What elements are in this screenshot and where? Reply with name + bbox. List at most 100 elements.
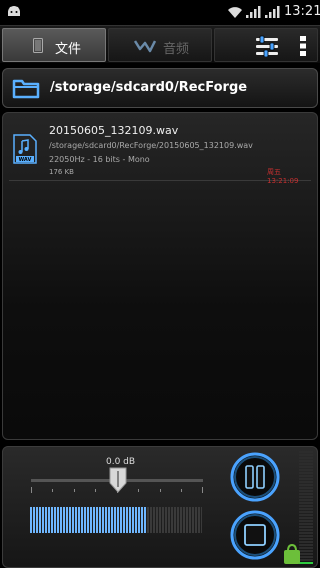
meter-segment bbox=[183, 507, 185, 533]
file-name: 20150605_132109.wav bbox=[49, 124, 179, 137]
vu-segment bbox=[299, 451, 313, 453]
vu-segment bbox=[299, 520, 313, 522]
meter-segment bbox=[36, 507, 38, 533]
vu-segment bbox=[299, 535, 313, 537]
vu-segment bbox=[299, 499, 313, 501]
meter-segment bbox=[48, 507, 50, 533]
android-icon bbox=[8, 6, 20, 16]
meter-segment bbox=[87, 507, 89, 533]
vu-segment bbox=[299, 469, 313, 471]
meter-segment bbox=[96, 507, 98, 533]
meter-segment bbox=[78, 507, 80, 533]
meter-segment bbox=[132, 507, 134, 533]
vu-segment bbox=[299, 538, 313, 540]
tab-audio-label: 音频 bbox=[163, 42, 190, 57]
list-item[interactable]: WAV 20150605_132109.wav /storage/sdcard0… bbox=[9, 119, 311, 185]
meter-segment bbox=[93, 507, 95, 533]
gain-db-label: 0.0 dB bbox=[106, 457, 136, 467]
top-tab-bar: 文件 音频 bbox=[0, 25, 320, 63]
vu-segment bbox=[299, 454, 313, 456]
meter-segment bbox=[54, 507, 56, 533]
current-path: /storage/sdcard0/RecForge bbox=[50, 80, 248, 95]
meter-segment bbox=[39, 507, 41, 533]
folder-icon bbox=[12, 79, 40, 99]
meter-segment bbox=[30, 507, 32, 533]
vu-segment bbox=[299, 526, 313, 528]
path-bar[interactable]: /storage/sdcard0/RecForge bbox=[2, 68, 318, 108]
meter-segment bbox=[126, 507, 128, 533]
vu-segment bbox=[299, 487, 313, 489]
meter-segment bbox=[63, 507, 65, 533]
file-format-info: 22050Hz - 16 bits - Mono bbox=[49, 155, 150, 164]
meter-segment bbox=[180, 507, 182, 533]
meter-segment bbox=[192, 507, 194, 533]
meter-segment bbox=[123, 507, 125, 533]
meter-segment bbox=[195, 507, 197, 533]
meter-segment bbox=[177, 507, 179, 533]
vu-segment bbox=[299, 490, 313, 492]
equalizer-icon[interactable] bbox=[255, 35, 279, 57]
waveform-icon bbox=[134, 40, 156, 53]
tab-audio[interactable]: 音频 bbox=[108, 28, 212, 62]
meter-segment bbox=[51, 507, 53, 533]
file-date: 周五 13:21:09 bbox=[267, 168, 299, 185]
vu-segment bbox=[299, 475, 313, 477]
file-path: /storage/sdcard0/RecForge/20150605_13210… bbox=[49, 141, 253, 150]
meter-segment bbox=[168, 507, 170, 533]
meter-segment bbox=[108, 507, 110, 533]
meter-segment bbox=[201, 507, 202, 533]
status-time: 13:21 bbox=[284, 4, 320, 19]
meter-segment bbox=[45, 507, 47, 533]
meter-segment bbox=[186, 507, 188, 533]
meter-segment bbox=[117, 507, 119, 533]
wav-file-icon: WAV bbox=[13, 134, 37, 164]
meter-segment bbox=[138, 507, 140, 533]
meter-segment bbox=[162, 507, 164, 533]
file-icon bbox=[33, 38, 43, 53]
signal-icon bbox=[246, 6, 261, 18]
meter-segment bbox=[102, 507, 104, 533]
vu-segment bbox=[299, 460, 313, 462]
meter-segment bbox=[129, 507, 131, 533]
pause-button[interactable] bbox=[229, 451, 281, 503]
vu-segment bbox=[299, 466, 313, 468]
meter-segment bbox=[105, 507, 107, 533]
meter-segment bbox=[75, 507, 77, 533]
meter-segment bbox=[57, 507, 59, 533]
meter-segment bbox=[72, 507, 74, 533]
watermark-logo bbox=[281, 543, 320, 567]
input-level-meter bbox=[30, 507, 202, 533]
vu-segment bbox=[299, 478, 313, 480]
vu-segment bbox=[299, 493, 313, 495]
overflow-menu-icon[interactable] bbox=[299, 35, 307, 57]
meter-segment bbox=[111, 507, 113, 533]
meter-segment bbox=[198, 507, 200, 533]
meter-segment bbox=[156, 507, 158, 533]
meter-segment bbox=[150, 507, 152, 533]
vu-segment bbox=[299, 514, 313, 516]
meter-segment bbox=[90, 507, 92, 533]
meter-segment bbox=[153, 507, 155, 533]
vu-segment bbox=[299, 508, 313, 510]
meter-segment bbox=[165, 507, 167, 533]
vu-segment bbox=[299, 484, 313, 486]
meter-segment bbox=[189, 507, 191, 533]
tab-files[interactable]: 文件 bbox=[2, 28, 106, 62]
stop-button[interactable] bbox=[229, 509, 281, 561]
gain-slider-knob[interactable] bbox=[109, 467, 127, 493]
meter-segment bbox=[147, 507, 149, 533]
stop-icon bbox=[230, 510, 280, 560]
meter-segment bbox=[144, 507, 146, 533]
wifi-icon bbox=[228, 7, 242, 18]
meter-segment bbox=[42, 507, 44, 533]
vu-segment bbox=[299, 502, 313, 504]
svg-text:WAV: WAV bbox=[19, 157, 32, 163]
meter-segment bbox=[171, 507, 173, 533]
meter-segment bbox=[135, 507, 137, 533]
meter-segment bbox=[174, 507, 176, 533]
meter-segment bbox=[120, 507, 122, 533]
meter-segment bbox=[114, 507, 116, 533]
vu-segment bbox=[299, 481, 313, 483]
meter-segment bbox=[99, 507, 101, 533]
vu-segment bbox=[299, 505, 313, 507]
